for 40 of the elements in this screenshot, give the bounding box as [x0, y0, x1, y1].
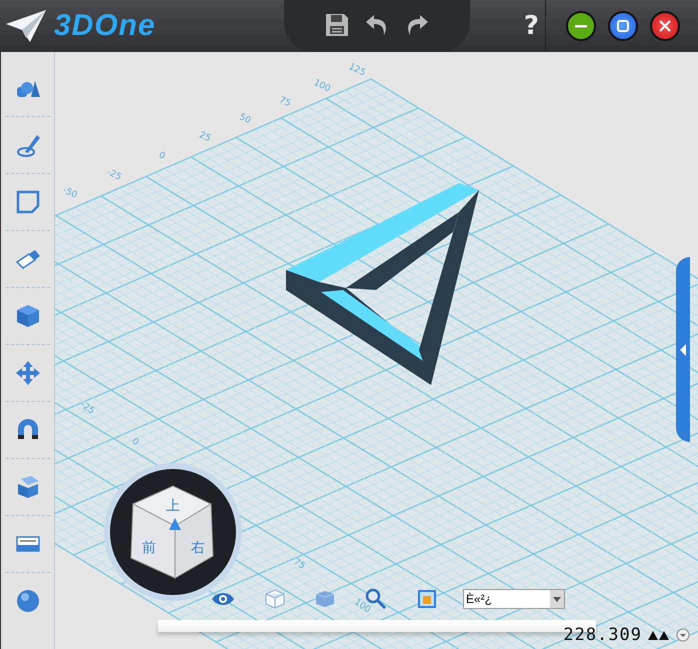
coordinate-readout: 228.309: [563, 625, 642, 645]
viewport[interactable]: -50 -25 0 25 50 75 100 125 -25 0 75 100 上 前 右 È«²¿ 228.309: [55, 52, 698, 649]
save-icon[interactable]: [324, 12, 350, 38]
eye-icon[interactable]: [211, 591, 235, 607]
cube-face-label: 前: [142, 540, 156, 556]
wireframe-cube-icon[interactable]: [265, 589, 285, 609]
axis-label: 0: [157, 150, 167, 162]
axis-label: 50: [238, 112, 252, 126]
axis-label: 75: [292, 556, 307, 572]
close-icon: [658, 19, 672, 33]
maximize-icon: [616, 19, 630, 33]
fit-view-icon[interactable]: [417, 589, 437, 609]
maximize-button[interactable]: [608, 11, 638, 41]
sphere-icon[interactable]: [14, 588, 40, 614]
axis-label: -50: [61, 186, 79, 201]
app-logo: 3DOne: [54, 9, 156, 43]
axis-label: 100: [312, 78, 332, 94]
axis-label: -25: [78, 400, 96, 417]
axis-label: 100: [352, 597, 372, 616]
close-button[interactable]: [650, 11, 680, 41]
triangle-marker-icon: [169, 518, 181, 530]
paper-plane-icon: [4, 8, 48, 44]
arrow-left-icon: [678, 342, 688, 356]
pencil-icon[interactable]: [14, 132, 40, 158]
caret-icon: [553, 596, 561, 602]
view-cube[interactable]: 上 前 右: [103, 462, 243, 602]
cube-face-label: 右: [191, 540, 205, 556]
axis-label: 75: [278, 95, 292, 110]
panel-toggle-tab[interactable]: [676, 257, 690, 442]
axis-label: -25: [105, 168, 123, 183]
axis-label: 25: [198, 130, 212, 144]
axis-label: 125: [346, 62, 367, 78]
view-mode-dropdown[interactable]: È«²¿: [463, 589, 565, 609]
help-button[interactable]: ?: [518, 11, 545, 41]
units-icon: [648, 630, 670, 640]
move-arrows-icon[interactable]: [14, 360, 40, 386]
cube-face-label: 上: [166, 498, 180, 514]
minimize-button[interactable]: [566, 11, 596, 41]
axis-label: 0: [130, 436, 140, 448]
cube-icon[interactable]: [14, 303, 40, 329]
